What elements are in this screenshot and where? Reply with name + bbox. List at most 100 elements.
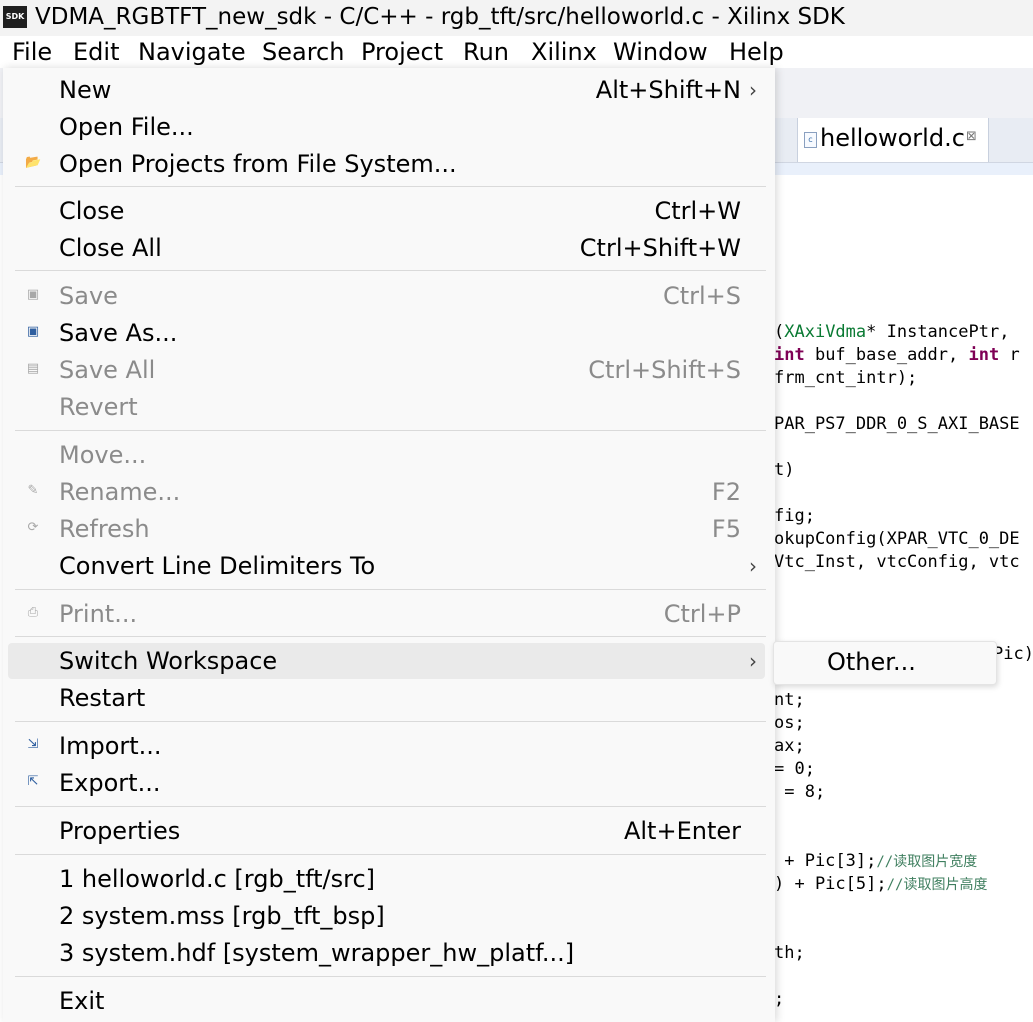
menu-item-accelerator: Ctrl+P bbox=[663, 600, 741, 628]
menu-item-close[interactable]: Close Ctrl+W bbox=[8, 193, 765, 229]
code-token: Pic) bbox=[993, 644, 1033, 664]
code-line: nt; bbox=[774, 690, 805, 710]
menu-search[interactable]: Search bbox=[262, 36, 344, 68]
menu-item-save[interactable]: ▣ Save Ctrl+S bbox=[8, 278, 765, 314]
refresh-icon: ⟳ bbox=[27, 520, 39, 535]
menu-item-3-system-hdf-system-wrapper-hw-platf[interactable]: 3 system.hdf [system_wrapper_hw_platf...… bbox=[8, 935, 765, 971]
menu-bar: File Edit Navigate Search Project Run Xi… bbox=[0, 36, 1033, 68]
menu-item-label: Export... bbox=[59, 769, 161, 797]
save-as-icon: ▣ bbox=[26, 324, 40, 339]
menu-run[interactable]: Run bbox=[463, 36, 509, 68]
code-token: ; bbox=[774, 989, 785, 1009]
code-token: fig; bbox=[774, 506, 815, 526]
menu-separator bbox=[15, 976, 766, 977]
menu-window[interactable]: Window bbox=[613, 36, 708, 68]
menu-help[interactable]: Help bbox=[729, 36, 784, 68]
code-line: ax; bbox=[774, 736, 805, 756]
menu-item-new[interactable]: New Alt+Shift+N › bbox=[8, 72, 765, 108]
menu-item-label: Close All bbox=[59, 234, 162, 262]
menu-item-label: Move... bbox=[59, 441, 147, 469]
menu-separator bbox=[15, 430, 766, 431]
import-icon: ⇲ bbox=[27, 737, 39, 752]
menu-item-accelerator: Ctrl+W bbox=[654, 197, 741, 225]
menu-separator bbox=[15, 636, 766, 637]
menu-item-label: Revert bbox=[59, 393, 138, 421]
code-token: os; bbox=[774, 713, 805, 733]
sdk-app-icon: SDK bbox=[3, 6, 27, 28]
menu-item-save-all[interactable]: ▤ Save All Ctrl+Shift+S bbox=[8, 352, 765, 388]
menu-item-move[interactable]: Move... bbox=[8, 437, 765, 473]
menu-separator bbox=[15, 589, 766, 590]
menu-item-accelerator: F2 bbox=[711, 478, 741, 506]
menu-item-exit[interactable]: Exit bbox=[8, 983, 765, 1019]
menu-item-accelerator: Alt+Shift+N bbox=[595, 76, 741, 104]
menu-item-print[interactable]: ⎙ Print... Ctrl+P bbox=[8, 596, 765, 632]
menu-separator bbox=[15, 854, 766, 855]
menu-item-import[interactable]: ⇲ Import... bbox=[8, 728, 765, 764]
menu-item-refresh[interactable]: ⟳ Refresh F5 bbox=[8, 511, 765, 547]
menu-navigate[interactable]: Navigate bbox=[138, 36, 246, 68]
menu-item-convert-line-delimiters-to[interactable]: Convert Line Delimiters To › bbox=[8, 548, 765, 584]
menu-item-switch-workspace[interactable]: Switch Workspace › bbox=[8, 643, 765, 679]
code-line: (XAxiVdma* InstancePtr, bbox=[774, 322, 1009, 342]
menu-item-label: Open Projects from File System... bbox=[59, 150, 457, 178]
code-token: buf_base_addr, bbox=[804, 345, 969, 365]
code-token: + Pic[3]; bbox=[774, 851, 877, 871]
menu-item-label: Refresh bbox=[59, 515, 150, 543]
menu-item-label: Exit bbox=[59, 987, 105, 1015]
code-line: + Pic[3];//读取图片宽度 bbox=[774, 851, 977, 871]
code-line: frm_cnt_intr); bbox=[774, 368, 917, 388]
menu-item-label: 1 helloworld.c [rgb_tft/src] bbox=[59, 865, 376, 893]
menu-item-close-all[interactable]: Close All Ctrl+Shift+W bbox=[8, 230, 765, 266]
folder-icon: 📂 bbox=[25, 155, 42, 170]
menu-item-1-helloworld-c-rgb-tft-src[interactable]: 1 helloworld.c [rgb_tft/src] bbox=[8, 861, 765, 897]
code-token: Vtc_Inst, vtcConfig, vtc bbox=[774, 552, 1020, 572]
menu-item-open-file[interactable]: Open File... bbox=[8, 109, 765, 145]
menu-xilinx[interactable]: Xilinx bbox=[531, 36, 597, 68]
menu-item-label: 3 system.hdf [system_wrapper_hw_platf...… bbox=[59, 939, 575, 967]
menu-item-properties[interactable]: Properties Alt+Enter bbox=[8, 813, 765, 849]
menu-item-revert[interactable]: Revert bbox=[8, 389, 765, 425]
code-line: os; bbox=[774, 713, 805, 733]
menu-item-restart[interactable]: Restart bbox=[8, 680, 765, 716]
menu-item-label: Switch Workspace bbox=[59, 647, 278, 675]
code-token: = 0; bbox=[774, 759, 815, 779]
menu-item-2-system-mss-rgb-tft-bsp[interactable]: 2 system.mss [rgb_tft_bsp] bbox=[8, 898, 765, 934]
menu-item-other[interactable]: Other... bbox=[827, 646, 916, 678]
code-line: th; bbox=[774, 943, 805, 963]
code-line: ; bbox=[774, 989, 784, 1009]
menu-item-accelerator: Alt+Enter bbox=[623, 817, 741, 845]
code-token: nt; bbox=[774, 690, 805, 710]
menu-item-label: Save All bbox=[59, 356, 156, 384]
menu-item-accelerator: F5 bbox=[711, 515, 741, 543]
menu-item-accelerator: Ctrl+Shift+S bbox=[588, 356, 741, 384]
code-token: ( bbox=[774, 322, 785, 342]
code-token: t) bbox=[774, 460, 795, 480]
menu-separator bbox=[15, 721, 766, 722]
code-line: t) bbox=[774, 460, 794, 480]
code-token: int bbox=[968, 345, 1000, 365]
chevron-right-icon: › bbox=[749, 78, 757, 102]
menu-edit[interactable]: Edit bbox=[73, 36, 119, 68]
menu-item-accelerator: Ctrl+S bbox=[662, 282, 741, 310]
menu-project[interactable]: Project bbox=[361, 36, 443, 68]
menu-item-export[interactable]: ⇱ Export... bbox=[8, 765, 765, 801]
chevron-right-icon: › bbox=[749, 554, 757, 578]
menu-item-rename[interactable]: ✎ Rename... F2 bbox=[8, 474, 765, 510]
rename-icon: ✎ bbox=[27, 483, 39, 498]
file-menu-dropdown: New Alt+Shift+N › Open File... 📂 Open Project… bbox=[3, 68, 775, 1022]
code-token: PAR_PS7_DDR_0_S_AXI_BASE bbox=[774, 414, 1020, 434]
menu-item-label: Open File... bbox=[59, 113, 194, 141]
code-line: = 0; bbox=[774, 759, 815, 779]
menu-item-save-as[interactable]: ▣ Save As... bbox=[8, 315, 765, 351]
code-line: okupConfig(XPAR_VTC_0_DE bbox=[774, 529, 1020, 549]
menu-item-label: Import... bbox=[59, 732, 162, 760]
code-line: ) + Pic[5];//读取图片高度 bbox=[774, 874, 987, 894]
menu-file[interactable]: File bbox=[12, 36, 52, 68]
code-token: th; bbox=[774, 943, 805, 963]
menu-item-label: Save As... bbox=[59, 319, 178, 347]
code-token: ax; bbox=[774, 736, 805, 756]
code-line: PAR_PS7_DDR_0_S_AXI_BASE bbox=[774, 414, 1020, 434]
menu-separator bbox=[15, 270, 766, 271]
menu-item-open-projects-from-file-system[interactable]: 📂 Open Projects from File System... bbox=[8, 146, 765, 182]
